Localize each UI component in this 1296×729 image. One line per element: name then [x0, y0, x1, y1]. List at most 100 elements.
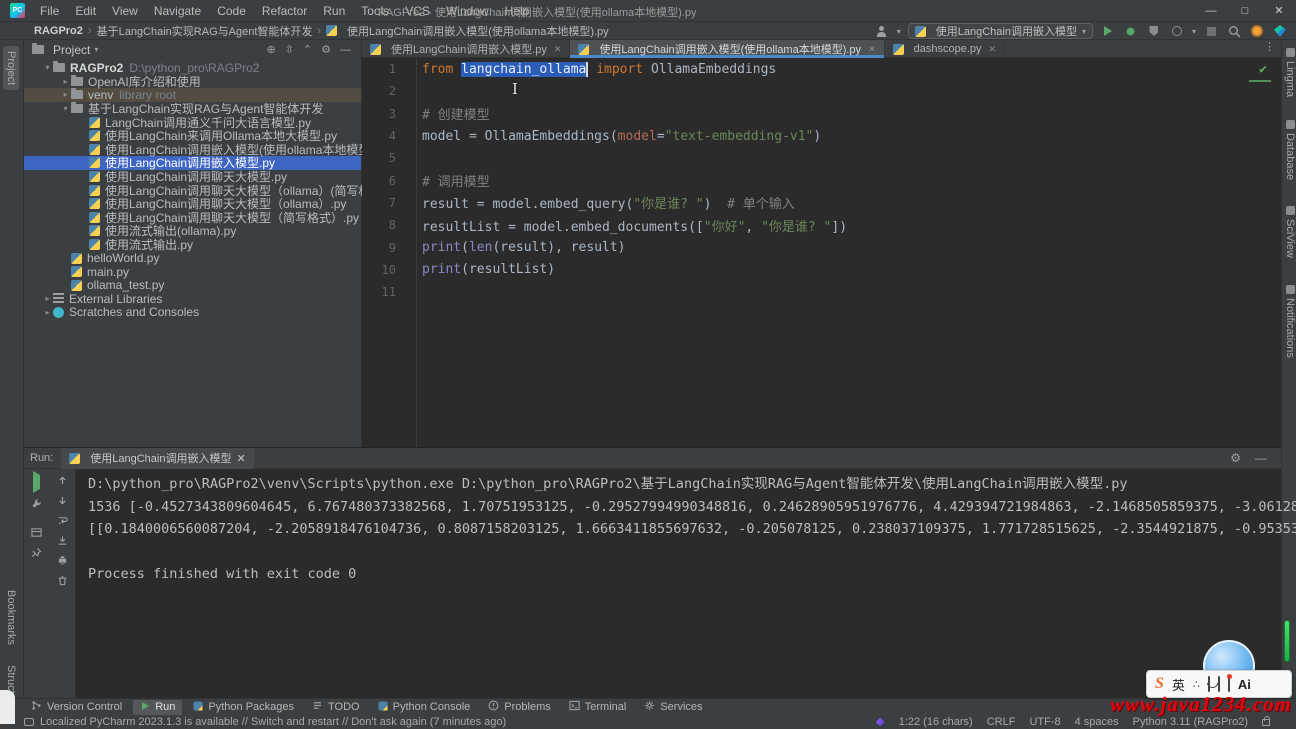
clear-console-icon[interactable] [57, 575, 68, 586]
gear-icon[interactable]: ⚙ [1230, 451, 1241, 465]
scroll-to-end-icon[interactable] [57, 535, 68, 546]
stop-button[interactable] [1203, 23, 1219, 39]
sogou-logo-icon[interactable]: S [1155, 675, 1164, 693]
coverage-button[interactable] [1146, 23, 1162, 39]
tree-item[interactable]: main.py [24, 265, 361, 279]
search-everywhere-icon[interactable] [1226, 23, 1242, 39]
code-line[interactable]: 10print(resultList) [362, 259, 1281, 281]
editor-tab[interactable]: 使用LangChain调用嵌入模型(使用ollama本地模型).py✕ [570, 40, 884, 58]
code-editor[interactable]: 1from langchain_ollama import OllamaEmbe… [362, 58, 1281, 447]
close-icon[interactable]: ✕ [236, 452, 245, 465]
indent-setting[interactable]: 4 spaces [1075, 716, 1119, 728]
file-encoding[interactable]: UTF-8 [1029, 716, 1060, 728]
sidebar-item-bookmarks[interactable]: Bookmarks [5, 590, 17, 645]
menu-run[interactable]: Run [316, 2, 352, 20]
collapse-all-icon[interactable]: ⌃ [303, 43, 312, 56]
code-line[interactable]: 3# 创建模型 [362, 103, 1281, 125]
editor-tab[interactable]: dashscope.py✕ [885, 40, 1005, 58]
sidebar-item-lingma[interactable]: Lingma [1284, 48, 1296, 97]
code-line[interactable]: 4model = OllamaEmbeddings(model="text-em… [362, 125, 1281, 147]
code-line[interactable]: 9print(len(result), result) [362, 236, 1281, 258]
expand-all-icon[interactable]: ⇳ [285, 43, 294, 56]
code-line[interactable]: 8resultList = model.embed_documents(["你好… [362, 214, 1281, 236]
code-line[interactable]: 1from langchain_ollama import OllamaEmbe… [362, 58, 1281, 80]
sidebar-item-project[interactable]: Project [3, 46, 19, 90]
soft-wrap-icon[interactable] [57, 515, 68, 526]
breadcrumb-item[interactable]: RAGPro2 [34, 25, 83, 37]
code-line[interactable]: 7result = model.embed_query("你是谁? ") # 单… [362, 192, 1281, 214]
close-icon[interactable]: ✕ [554, 44, 562, 55]
tree-item[interactable]: ▸Scratches and Consoles [24, 306, 361, 320]
code-line[interactable]: 6# 调用模型 [362, 169, 1281, 191]
hide-panel-icon[interactable]: — [340, 44, 351, 56]
menu-navigate[interactable]: Navigate [147, 2, 208, 20]
maximize-button[interactable]: □ [1228, 0, 1262, 21]
chevron-down-icon[interactable]: ▾ [94, 45, 98, 54]
tool-window-button-version-control[interactable]: Version Control [24, 699, 129, 715]
locate-file-icon[interactable]: ⊕ [266, 43, 275, 56]
microphone-icon[interactable] [1208, 677, 1210, 691]
menu-refactor[interactable]: Refactor [255, 2, 314, 20]
tree-item[interactable]: ▸OpenAI库介绍和使用 [24, 75, 361, 89]
tree-item[interactable]: 使用流式输出.py [24, 238, 361, 252]
tool-window-button-problems[interactable]: Problems [481, 699, 557, 715]
debug-button[interactable] [1123, 23, 1139, 39]
minimize-button[interactable]: — [1194, 0, 1228, 21]
rerun-button[interactable] [33, 475, 40, 489]
tool-window-button-python-packages[interactable]: Python Packages [186, 700, 301, 715]
editor-tab[interactable]: 使用LangChain调用嵌入模型.py✕ [362, 40, 570, 58]
code-line[interactable]: 11 [362, 281, 1281, 303]
profiler-button[interactable] [1169, 23, 1185, 39]
gear-icon[interactable]: ⚙ [321, 43, 331, 56]
ai-gem-icon[interactable] [1272, 23, 1288, 39]
sidebar-item-sciview[interactable]: SciView [1284, 206, 1296, 258]
console-output[interactable]: D:\python_pro\RAGPro2\venv\Scripts\pytho… [88, 473, 1273, 586]
close-icon[interactable]: ✕ [989, 44, 997, 55]
tree-item[interactable]: helloWorld.py [24, 251, 361, 265]
clipboard-icon[interactable] [1228, 677, 1230, 691]
promo-badge-icon[interactable] [1249, 23, 1265, 39]
code-line[interactable]: 2 [362, 80, 1281, 102]
pin-icon[interactable] [31, 547, 42, 558]
tool-window-button-python-console[interactable]: Python Console [371, 700, 478, 715]
restore-layout-icon[interactable] [31, 527, 42, 538]
hide-panel-icon[interactable]: — [1255, 451, 1267, 465]
code-line[interactable]: 5 [362, 147, 1281, 169]
lock-icon[interactable] [1262, 719, 1270, 726]
ime-tools-icon[interactable]: ∴ [1193, 678, 1200, 691]
line-ending[interactable]: CRLF [987, 716, 1016, 728]
inspection-ok-icon[interactable]: ✔ [1259, 62, 1267, 77]
caret-position[interactable]: 1:22 (16 chars) [899, 716, 973, 728]
run-button[interactable] [1100, 23, 1116, 39]
close-button[interactable]: ✕ [1262, 0, 1296, 21]
run-config-selector[interactable]: 使用LangChain调用嵌入模型 ▾ [908, 23, 1093, 39]
sidebar-item-notifications[interactable]: Notifications [1284, 285, 1296, 358]
run-tab[interactable]: 使用LangChain调用嵌入模型 ✕ [61, 448, 253, 469]
sidebar-item-database[interactable]: Database [1284, 120, 1296, 180]
tool-window-button-run[interactable]: Run [133, 700, 182, 715]
user-profile-icon[interactable] [874, 23, 890, 39]
tab-overflow-icon[interactable]: ⋮ [1264, 40, 1281, 57]
menu-file[interactable]: File [33, 2, 66, 20]
ai-assistant-icon[interactable] [876, 718, 885, 727]
modify-run-config-icon[interactable] [31, 498, 42, 509]
breadcrumb-item[interactable]: 基于LangChain实现RAG与Agent智能体开发 [97, 23, 313, 39]
breadcrumb-item[interactable]: 使用LangChain调用嵌入模型(使用ollama本地模型).py [347, 23, 609, 39]
menu-edit[interactable]: Edit [68, 2, 103, 20]
tree-item[interactable]: ▸External Libraries [24, 292, 361, 306]
keyboard-icon[interactable] [1218, 677, 1220, 691]
ime-language-mode[interactable]: 英 [1172, 675, 1185, 694]
down-stacktrace-icon[interactable] [57, 495, 68, 506]
tool-window-button-services[interactable]: Services [637, 699, 709, 715]
ime-ai-button[interactable]: Ai [1238, 677, 1251, 692]
up-stacktrace-icon[interactable] [57, 475, 68, 486]
tree-item[interactable]: ollama_test.py [24, 279, 361, 293]
close-icon[interactable]: ✕ [868, 44, 876, 55]
tool-window-button-terminal[interactable]: Terminal [562, 699, 634, 715]
print-icon[interactable] [57, 555, 68, 566]
menu-code[interactable]: Code [210, 2, 253, 20]
status-message[interactable]: Localized PyCharm 2023.1.3 is available … [40, 716, 506, 728]
tool-window-button-todo[interactable]: TODO [305, 699, 367, 715]
notification-icon[interactable] [24, 718, 34, 726]
python-interpreter[interactable]: Python 3.11 (RAGPro2) [1133, 716, 1248, 728]
